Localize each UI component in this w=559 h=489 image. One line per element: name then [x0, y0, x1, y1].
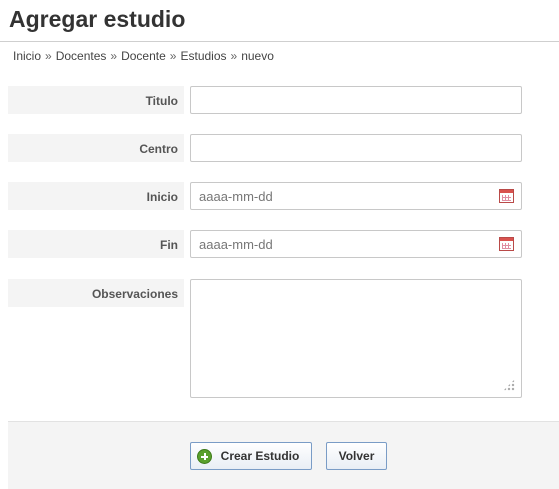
observaciones-textarea[interactable]	[190, 279, 522, 398]
create-estudio-label: Crear Estudio	[220, 449, 300, 463]
inicio-date-input[interactable]	[190, 182, 522, 210]
plus-circle-icon	[197, 449, 212, 464]
label-cell-centro: Centro	[8, 134, 184, 162]
fin-label: Fin	[160, 238, 178, 252]
breadcrumb-item-docentes[interactable]: Docentes	[56, 49, 107, 63]
back-button[interactable]: Volver	[326, 442, 387, 470]
breadcrumb-separator: »	[45, 49, 52, 63]
inicio-date-field	[190, 182, 522, 210]
breadcrumb-item-estudios[interactable]: Estudios	[180, 49, 226, 63]
calendar-icon[interactable]	[499, 189, 514, 203]
centro-label: Centro	[139, 142, 178, 156]
label-cell-inicio: Inicio	[8, 182, 184, 210]
label-cell-observaciones: Observaciones	[8, 279, 184, 307]
breadcrumb: Inicio» Docentes» Docente» Estudios» nuevo	[13, 49, 274, 63]
title-divider	[0, 41, 559, 42]
fin-date-input[interactable]	[190, 230, 522, 258]
breadcrumb-separator: »	[169, 49, 177, 63]
breadcrumb-item-nuevo: nuevo	[241, 49, 274, 63]
titulo-label: Titulo	[145, 94, 178, 108]
fin-date-field	[190, 230, 522, 258]
breadcrumb-item-docente[interactable]: Docente	[121, 49, 166, 63]
create-estudio-button[interactable]: Crear Estudio	[190, 442, 312, 470]
calendar-icon[interactable]	[499, 237, 514, 251]
inicio-label: Inicio	[146, 190, 178, 204]
centro-input[interactable]	[190, 134, 522, 162]
breadcrumb-separator: »	[230, 49, 238, 63]
observaciones-label: Observaciones	[91, 287, 178, 301]
back-label: Volver	[338, 449, 375, 463]
breadcrumb-separator: »	[110, 49, 118, 63]
breadcrumb-item-inicio[interactable]: Inicio	[13, 49, 41, 63]
label-cell-fin: Fin	[8, 230, 184, 258]
page-title: Agregar estudio	[9, 6, 186, 32]
titulo-input[interactable]	[190, 86, 522, 114]
label-cell-titulo: Titulo	[8, 86, 184, 114]
